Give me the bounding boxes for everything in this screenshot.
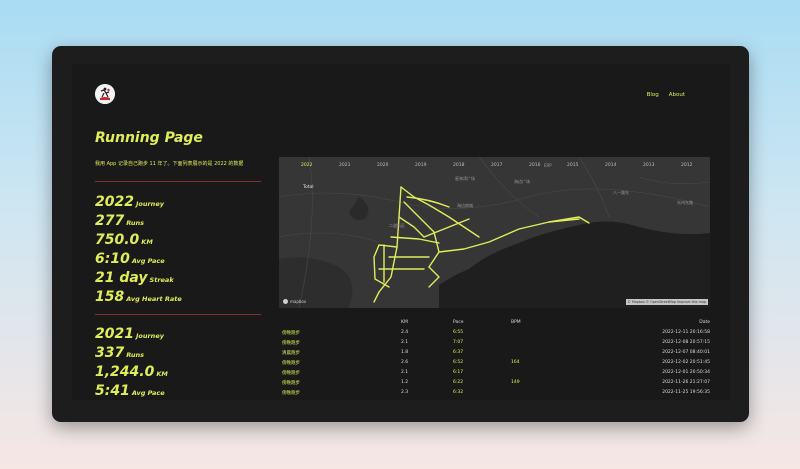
stat-avg-pace: 5:41 Avg Pace bbox=[95, 383, 165, 399]
stats-2022: 2022 Journey 277 Runs 750.0 KM 6:10 Avg Pace… bbox=[95, 191, 182, 305]
year-tab-2013[interactable]: 2013 bbox=[643, 163, 654, 168]
stat-runs: 277 Runs bbox=[95, 213, 145, 229]
map-place-label: 海边商城 bbox=[457, 202, 473, 208]
run-km: 2.1 bbox=[401, 370, 409, 375]
run-date: 2022-12-11 20:16:58 bbox=[662, 330, 710, 335]
mapbox-logo[interactable]: mapbox bbox=[283, 299, 306, 304]
run-pace: 6:52 bbox=[453, 360, 464, 365]
run-date: 2022-12-07 08:40:01 bbox=[662, 350, 710, 355]
header-bpm[interactable]: BPM bbox=[511, 320, 521, 325]
year-tab-2020[interactable]: 2020 bbox=[377, 163, 388, 168]
year-tab-2012[interactable]: 2012 bbox=[681, 163, 692, 168]
run-row[interactable]: 傍晚跑步 2.4 6:55 2022-12-11 20:16:58 bbox=[279, 329, 710, 339]
stat-avg-heart-rate: 158 Avg Heart Rate bbox=[95, 289, 182, 305]
stat-journey: 2022 Journey bbox=[95, 194, 164, 210]
run-row[interactable]: 傍晚跑步 1.2 6:22 149 2022-11-26 21:27:07 bbox=[279, 379, 710, 389]
stats-2021: 2021 Journey 337 Runs 1,244.0 KM 5:41 Avg Pa… bbox=[95, 323, 168, 399]
map-place-label: 光州东路 bbox=[677, 199, 693, 205]
running-page: Blog About Running Page 我用 App 记录自己跑步 11… bbox=[72, 64, 730, 400]
run-date: 2022-12-08 20:57:15 bbox=[662, 340, 710, 345]
run-pace: 6:37 bbox=[453, 350, 464, 355]
run-row[interactable]: 傍晚跑步 2.6 6:52 164 2022-12-02 20:51:45 bbox=[279, 359, 710, 369]
run-name: 傍晚跑步 bbox=[282, 391, 300, 396]
stat-journey: 2021 Journey bbox=[95, 326, 164, 342]
total-label: Total bbox=[303, 185, 314, 190]
header-pace[interactable]: Pace bbox=[453, 320, 464, 325]
run-km: 1.8 bbox=[401, 350, 409, 355]
map-place-label: 二道街区 bbox=[389, 222, 405, 228]
year-tab-2017[interactable]: 2017 bbox=[491, 163, 502, 168]
browser-window: Blog About Running Page 我用 App 记录自己跑步 11… bbox=[52, 46, 749, 422]
year-tab-2016[interactable]: 2016 bbox=[529, 163, 540, 168]
run-pace: 7:07 bbox=[453, 340, 464, 345]
map-place-label: 星海湾广场 bbox=[455, 175, 475, 181]
map-attribution[interactable]: © Mapbox © OpenStreetMap Improve this ma… bbox=[625, 299, 708, 305]
map-canvas: ERP星海湾广场海边广场海边商城八一路东光州东路二道街区 bbox=[279, 157, 710, 308]
run-pace: 6:55 bbox=[453, 330, 464, 335]
stat-avg-pace: 6:10 Avg Pace bbox=[95, 251, 165, 267]
year-tab-2015[interactable]: 2015 bbox=[567, 163, 578, 168]
page-title: Running Page bbox=[95, 130, 203, 146]
year-tab-2014[interactable]: 2014 bbox=[605, 163, 616, 168]
header-km[interactable]: KM bbox=[401, 320, 408, 325]
nav-about-link[interactable]: About bbox=[669, 92, 685, 98]
map-place-label: 海边广场 bbox=[514, 178, 530, 184]
divider-2021-top bbox=[95, 314, 261, 315]
stat-distance: 1,244.0 KM bbox=[95, 364, 168, 380]
divider-2022-top bbox=[95, 181, 261, 182]
route-map[interactable]: ERP 星海湾广场 海边广场 海边商城 八一路东 光州东路 二道街区 2022 2021 202… bbox=[279, 157, 710, 308]
run-row[interactable]: 清晨跑步 1.8 6:37 2022-12-07 08:40:01 bbox=[279, 349, 710, 359]
run-pace: 6:32 bbox=[453, 390, 464, 395]
run-km: 2.1 bbox=[401, 340, 409, 345]
run-name: 傍晚跑步 bbox=[282, 331, 300, 336]
year-tab-2022[interactable]: 2022 bbox=[301, 163, 312, 168]
run-row[interactable]: 傍晚跑步 2.1 6:17 2022-12-01 20:50:34 bbox=[279, 369, 710, 379]
runs-table-header: KM Pace BPM Date bbox=[279, 319, 710, 329]
run-row[interactable]: 傍晚跑步 2.1 7:07 2022-12-08 20:57:15 bbox=[279, 339, 710, 349]
mapbox-icon bbox=[283, 299, 288, 304]
run-date: 2022-11-25 19:56:35 bbox=[662, 390, 710, 395]
run-pace: 6:22 bbox=[453, 380, 464, 385]
site-logo[interactable] bbox=[95, 84, 115, 104]
stat-runs: 337 Runs bbox=[95, 345, 145, 361]
run-date: 2022-11-26 21:27:07 bbox=[662, 380, 710, 385]
run-bpm: 164 bbox=[511, 360, 520, 365]
run-date: 2022-12-02 20:51:45 bbox=[662, 360, 710, 365]
stat-streak: 21 day Streak bbox=[95, 270, 174, 286]
run-name: 傍晚跑步 bbox=[282, 381, 300, 386]
stat-distance: 750.0 KM bbox=[95, 232, 153, 248]
map-place-label: 八一路东 bbox=[613, 189, 629, 195]
nav-blog-link[interactable]: Blog bbox=[647, 92, 659, 98]
run-km: 1.2 bbox=[401, 380, 409, 385]
run-km: 2.6 bbox=[401, 360, 409, 365]
runs-table: KM Pace BPM Date 傍晚跑步 2.4 6:55 2022-12-11 2… bbox=[279, 319, 710, 399]
run-name: 傍晚跑步 bbox=[282, 341, 300, 346]
run-name: 傍晚跑步 bbox=[282, 361, 300, 366]
run-pace: 6:17 bbox=[453, 370, 464, 375]
run-bpm: 149 bbox=[511, 380, 520, 385]
top-nav: Blog About bbox=[647, 92, 685, 98]
year-tab-2019[interactable]: 2019 bbox=[415, 163, 426, 168]
year-tab-2021[interactable]: 2021 bbox=[339, 163, 350, 168]
run-km: 2.3 bbox=[401, 390, 409, 395]
run-row[interactable]: 傍晚跑步 2.3 6:32 2022-11-25 19:56:35 bbox=[279, 389, 710, 399]
run-date: 2022-12-01 20:50:34 bbox=[662, 370, 710, 375]
run-name: 清晨跑步 bbox=[282, 351, 300, 356]
run-name: 傍晚跑步 bbox=[282, 371, 300, 376]
year-selector: 2022 2021 2020 2019 2018 2017 2016 2015 2014 2013… bbox=[279, 163, 710, 173]
year-tab-2018[interactable]: 2018 bbox=[453, 163, 464, 168]
run-km: 2.4 bbox=[401, 330, 409, 335]
mapbox-label: mapbox bbox=[290, 299, 307, 304]
runner-logo-icon bbox=[95, 84, 115, 104]
page-description: 我用 App 记录自己跑步 11 年了。下面列表展示的是 2022 的数据 bbox=[95, 161, 244, 167]
header-date[interactable]: Date bbox=[699, 320, 710, 325]
